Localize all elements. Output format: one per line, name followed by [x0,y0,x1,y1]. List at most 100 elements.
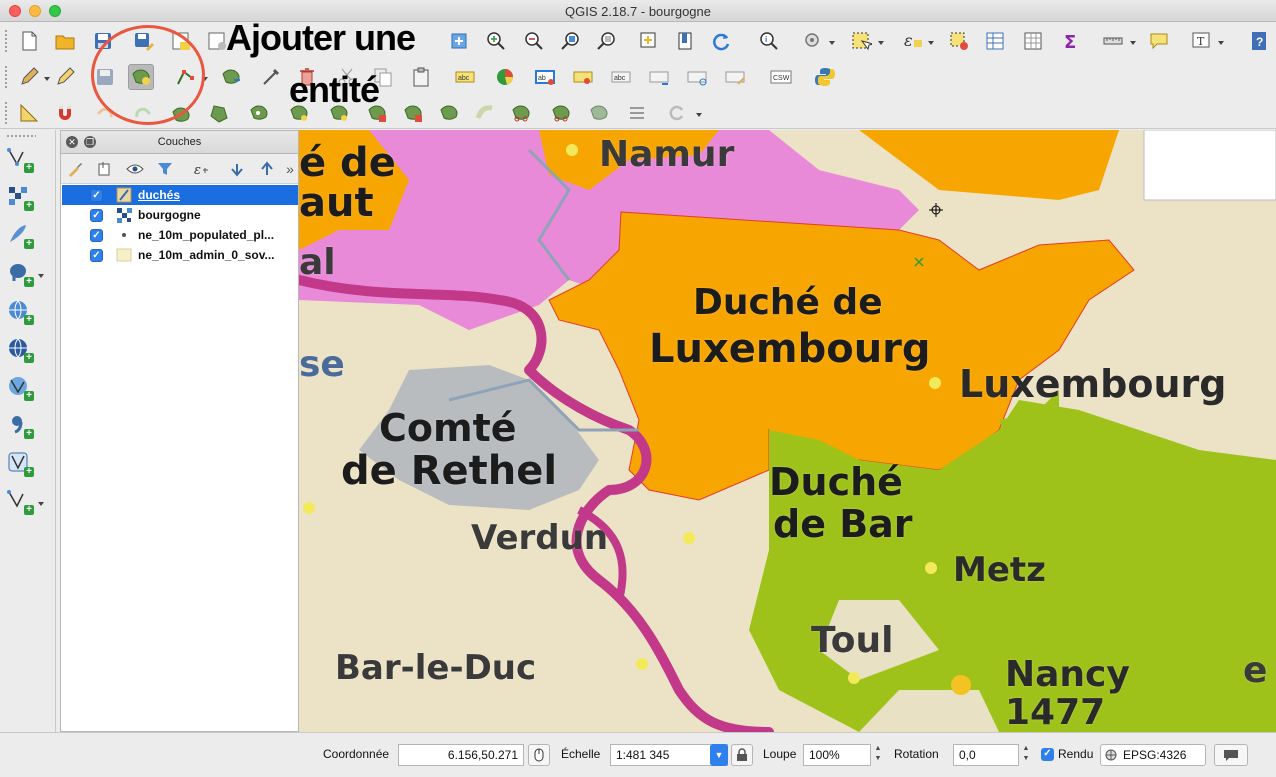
layer-visibility-checkbox[interactable]: ✓ [90,188,103,202]
add-raster-layer-button[interactable]: + [4,182,34,211]
chevron-down-icon[interactable]: ▼ [710,744,728,766]
pan-map-button[interactable] [446,28,472,54]
advanced-digitizing-button[interactable] [16,100,42,126]
statistics-button[interactable]: Σ [1058,28,1084,54]
magnifier-field[interactable]: 100% [803,744,871,766]
change-label-button[interactable] [722,64,748,90]
add-postgis-layer-button[interactable]: + [4,258,34,287]
label-tool-button[interactable]: abc [452,64,478,90]
chevron-down-icon[interactable] [44,77,50,81]
layer-visibility-checkbox[interactable]: ✓ [90,228,103,242]
merge-attributes-button[interactable] [624,100,650,126]
field-calculator-button[interactable] [1020,28,1046,54]
deselect-all-button[interactable] [946,28,972,54]
attribute-table-button[interactable] [982,28,1008,54]
add-wms-layer-button[interactable]: + [4,296,34,325]
toolbar-grip[interactable] [4,29,8,53]
rotation-field[interactable]: 0,0 [953,744,1019,766]
zoom-selection-button[interactable] [636,28,662,54]
rotate-point-symbols-button[interactable] [664,100,690,126]
zoom-full-button[interactable] [558,28,584,54]
highlight-pinned-labels-button[interactable]: ab [532,64,558,90]
simplify-feature-button[interactable] [206,100,232,126]
select-features-button[interactable] [848,28,874,54]
layer-item-bourgogne[interactable]: ✓ bourgogne [62,205,298,225]
add-delimited-text-button[interactable]: + [4,410,34,439]
expand-all-button[interactable] [227,159,247,179]
chevron-down-icon[interactable] [1130,41,1136,45]
zoom-last-button[interactable] [672,28,698,54]
add-vector-layer-button[interactable]: + [4,144,34,173]
split-features-button[interactable] [508,100,534,126]
add-virtual-layer-button[interactable]: + [4,448,34,477]
offset-curve-button[interactable] [472,100,498,126]
vertex-tool-button[interactable] [258,64,284,90]
python-console-button[interactable] [812,64,838,90]
layer-visibility-checkbox[interactable]: ✓ [90,248,103,262]
paste-features-button[interactable] [408,64,434,90]
csw-button[interactable]: CSW [768,64,794,90]
toolbar-grip[interactable] [4,101,8,125]
collapse-all-button[interactable] [257,159,277,179]
split-parts-button[interactable] [548,100,574,126]
render-checkbox[interactable]: ✓ [1041,748,1054,761]
magnifier-stepper[interactable]: ▲ ▼ [873,744,883,766]
layer-visibility-checkbox[interactable]: ✓ [90,208,103,222]
open-project-button[interactable] [52,28,78,54]
chevron-down-icon[interactable] [38,502,44,506]
zoom-in-button[interactable] [482,28,508,54]
layer-item-populated-places[interactable]: ✓ ne_10m_populated_pl... [62,225,298,245]
chevron-down-icon[interactable] [38,274,44,278]
chevron-down-icon[interactable] [829,41,835,45]
chevron-down-icon[interactable] [928,41,934,45]
diagram-options-button[interactable] [492,64,518,90]
run-feature-action-button[interactable] [800,28,826,54]
rotation-stepper[interactable]: ▲ ▼ [1021,744,1031,766]
merge-features-button[interactable] [586,100,612,126]
filter-legend-button[interactable] [155,159,175,179]
text-annotation-button[interactable]: T [1188,28,1214,54]
layer-item-admin-sovereignty[interactable]: ✓ ne_10m_admin_0_sov... [62,245,298,265]
show-hide-labels-button[interactable]: abc [608,64,634,90]
toolbar-grip[interactable] [6,134,36,138]
manage-visibility-button[interactable] [125,159,145,179]
zoom-out-button[interactable] [520,28,546,54]
zoom-layer-button[interactable] [594,28,620,54]
chevron-down-icon[interactable] [696,113,702,117]
identify-button[interactable]: i [756,28,782,54]
add-spatialite-layer-button[interactable]: + [4,220,34,249]
add-wcs-layer-button[interactable]: + [4,334,34,363]
new-shapefile-layer-button[interactable]: + [4,486,34,515]
help-button[interactable]: ? [1246,28,1272,54]
measure-button[interactable] [1100,28,1126,54]
map-canvas[interactable]: Namur é de aut al se Duché de Luxembourg… [299,130,1276,732]
toggle-editing-button[interactable] [52,64,78,90]
layer-item-duches[interactable]: ✓ duchés [62,185,298,205]
map-tips-button[interactable] [1146,28,1172,54]
move-label-button[interactable] [646,64,672,90]
messages-button[interactable] [1214,744,1248,766]
add-ring-button[interactable] [246,100,272,126]
rotate-label-button[interactable] [684,64,710,90]
lock-scale-button[interactable] [731,744,753,766]
toggle-extents-button[interactable] [528,744,550,766]
move-feature-button[interactable] [218,64,244,90]
add-wfs-layer-button[interactable]: + [4,372,34,401]
delete-part-button[interactable] [400,100,426,126]
current-edits-button[interactable] [16,64,42,90]
new-project-button[interactable] [16,28,42,54]
coordinate-field[interactable]: 6.156,50.271 [398,744,524,766]
plus-icon: + [24,467,34,477]
chevron-down-icon[interactable] [878,41,884,45]
select-by-expression-button[interactable]: ε [900,28,926,54]
snapping-button[interactable] [52,100,78,126]
toolbar-grip[interactable] [4,65,8,89]
reshape-features-button[interactable] [436,100,462,126]
more-tools-button[interactable]: » [283,159,297,179]
chevron-down-icon[interactable] [1218,41,1224,45]
add-group-button[interactable] [95,159,115,179]
filter-by-expression-button[interactable]: ε [191,159,211,179]
styling-button[interactable] [65,159,85,179]
refresh-button[interactable] [708,28,734,54]
pin-labels-button[interactable] [570,64,596,90]
